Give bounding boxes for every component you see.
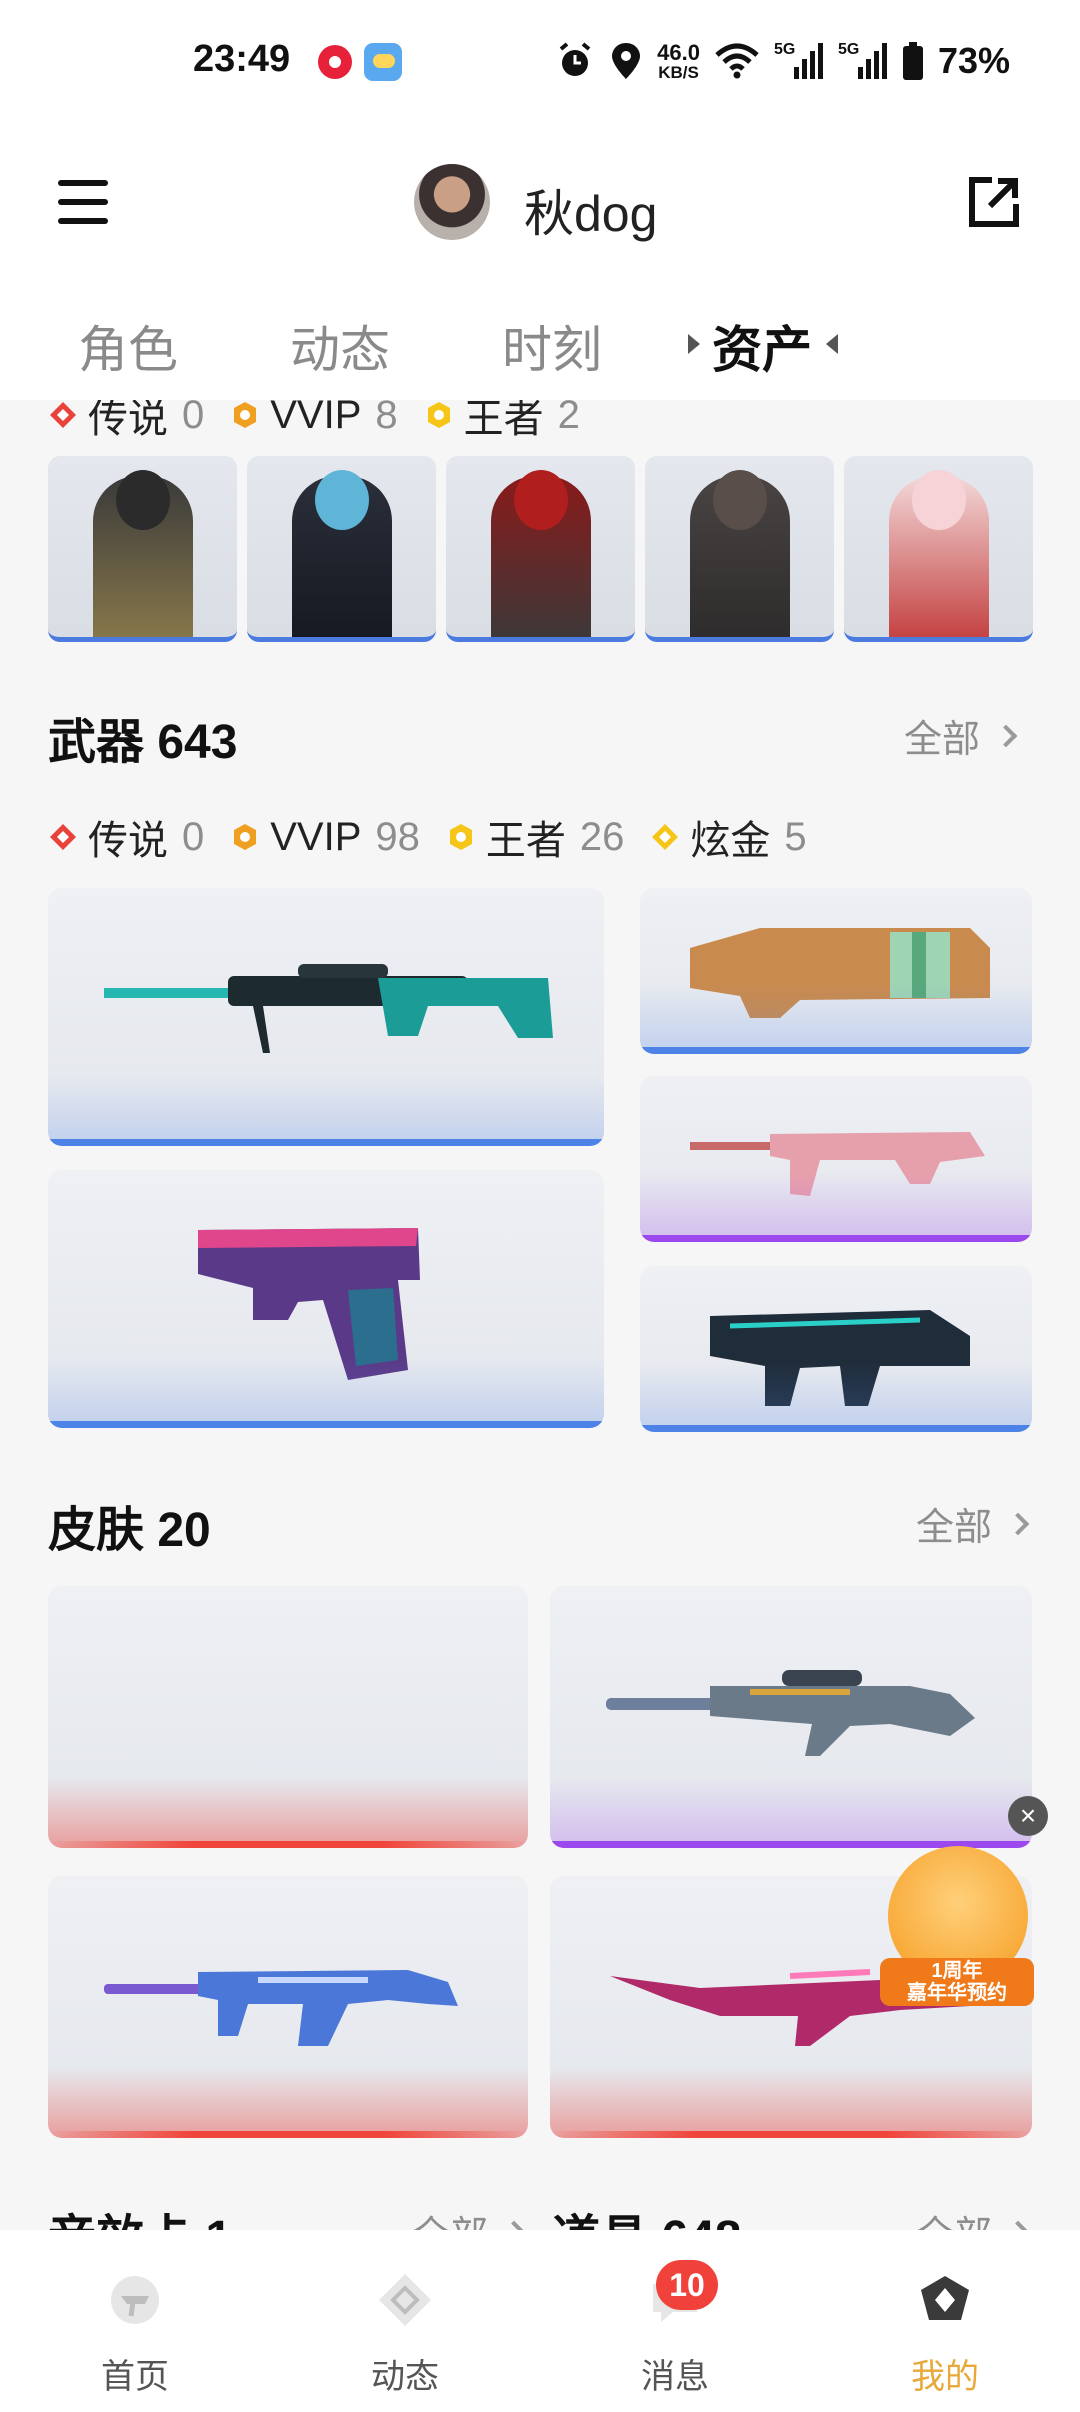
weapons-title: 武器 643: [48, 716, 238, 769]
net-speed: 46.0 KB/S: [657, 39, 700, 82]
king-gem-icon: [449, 824, 472, 850]
legend-gem-icon: [50, 824, 76, 850]
character-card[interactable]: [48, 456, 237, 642]
vvip-gem-icon: [234, 824, 257, 850]
app-notification-icon: [318, 45, 352, 79]
items-title: 道具 648: [552, 2198, 741, 2230]
promo-close-button[interactable]: ×: [1008, 1796, 1048, 1836]
battery-icon: [902, 42, 923, 80]
rarity-vvip: VVIP 98: [230, 815, 420, 860]
rarity-vvip: VVIP 8: [230, 400, 398, 438]
tab-assets[interactable]: 资产: [712, 310, 812, 382]
message-count-badge: 10: [656, 2260, 718, 2310]
skin-card-sniper[interactable]: [550, 1586, 1032, 1848]
character-card[interactable]: [645, 456, 834, 642]
anniversary-promo[interactable]: 1周年 嘉年华预约: [880, 1846, 1034, 2006]
character-rarity-row: 传说 0 VVIP 8 王者 2: [48, 400, 606, 444]
signal-icon-2: 5G: [838, 41, 888, 81]
nav-feed[interactable]: 动态: [330, 2272, 480, 2398]
skin-card-rifle-blue[interactable]: [48, 1876, 528, 2138]
home-icon: [111, 2276, 159, 2324]
character-card[interactable]: [844, 456, 1033, 642]
chevron-right-icon: [1006, 2220, 1030, 2230]
sound-cards-see-all[interactable]: 全部: [412, 2204, 526, 2230]
signal-icon-1: 5G: [774, 41, 824, 81]
nav-profile[interactable]: 我的: [870, 2272, 1020, 2398]
tab-activity[interactable]: 动态: [290, 310, 390, 382]
chevron-right-icon: [1006, 1512, 1030, 1535]
tab-characters[interactable]: 角色: [78, 310, 178, 382]
chevron-right-icon: [502, 2220, 526, 2230]
vvip-gem-icon: [234, 402, 257, 428]
king-gem-icon: [427, 402, 450, 428]
gold-gem-icon: [652, 824, 679, 850]
menu-icon[interactable]: [58, 180, 108, 224]
rarity-king: 王者 2: [424, 400, 580, 444]
tab-moments[interactable]: 时刻: [502, 310, 602, 382]
skins-title: 皮肤 20: [48, 1504, 211, 1557]
avatar[interactable]: [414, 164, 490, 240]
rarity-legend: 传说 0: [48, 400, 204, 444]
legend-gem-icon: [50, 402, 76, 428]
feed-icon: [379, 2274, 431, 2326]
bottom-nav: 首页 动态 消息 我的: [0, 2230, 1080, 2412]
tab-bar: 角色 动态 时刻 资产: [0, 290, 1080, 400]
weapon-card-pistol[interactable]: [48, 1170, 604, 1428]
weapon-card-rifle-pink[interactable]: [640, 1076, 1032, 1242]
weather-icon: [364, 43, 402, 81]
chevron-right-icon: [994, 724, 1018, 747]
nav-home[interactable]: 首页: [60, 2272, 210, 2398]
tab-indicator-left-icon: [688, 334, 700, 354]
character-card[interactable]: [446, 456, 635, 642]
rarity-gold: 炫金 5: [650, 808, 807, 866]
alarm-icon: [559, 42, 591, 76]
weapon-card-sniper[interactable]: [48, 888, 604, 1146]
share-icon[interactable]: [968, 176, 1020, 228]
username: 秋dog: [524, 186, 658, 242]
status-bar: 23:49 46.0 KB/S 5G 5G 73%: [0, 0, 1080, 120]
skin-card-empty[interactable]: [48, 1586, 528, 1848]
wifi-icon: [715, 43, 759, 79]
weapons-rarity-row: 传说 0 VVIP 98 王者 26 炫金 5: [48, 808, 833, 866]
weapon-card-smg-gift[interactable]: [640, 888, 1032, 1054]
profile-header: 秋dog: [0, 120, 1080, 290]
status-time: 23:49: [193, 38, 291, 80]
weapon-card-smg-teal[interactable]: [640, 1266, 1032, 1432]
items-see-all[interactable]: 全部: [916, 2204, 1030, 2230]
tab-indicator-right-icon: [826, 334, 838, 354]
weapons-see-all[interactable]: 全部: [904, 708, 1018, 763]
rarity-king: 王者 26: [446, 808, 624, 866]
character-card[interactable]: [247, 456, 436, 642]
rarity-legend: 传说 0: [48, 808, 204, 866]
battery-level: 73%: [937, 40, 1010, 81]
promo-banner: 1周年 嘉年华预约: [880, 1958, 1034, 2006]
character-list: [48, 456, 1033, 642]
profile-icon: [921, 2276, 969, 2320]
skins-see-all[interactable]: 全部: [916, 1496, 1030, 1551]
location-icon: [612, 43, 641, 79]
sound-cards-title: 音效卡 1: [48, 2198, 232, 2230]
